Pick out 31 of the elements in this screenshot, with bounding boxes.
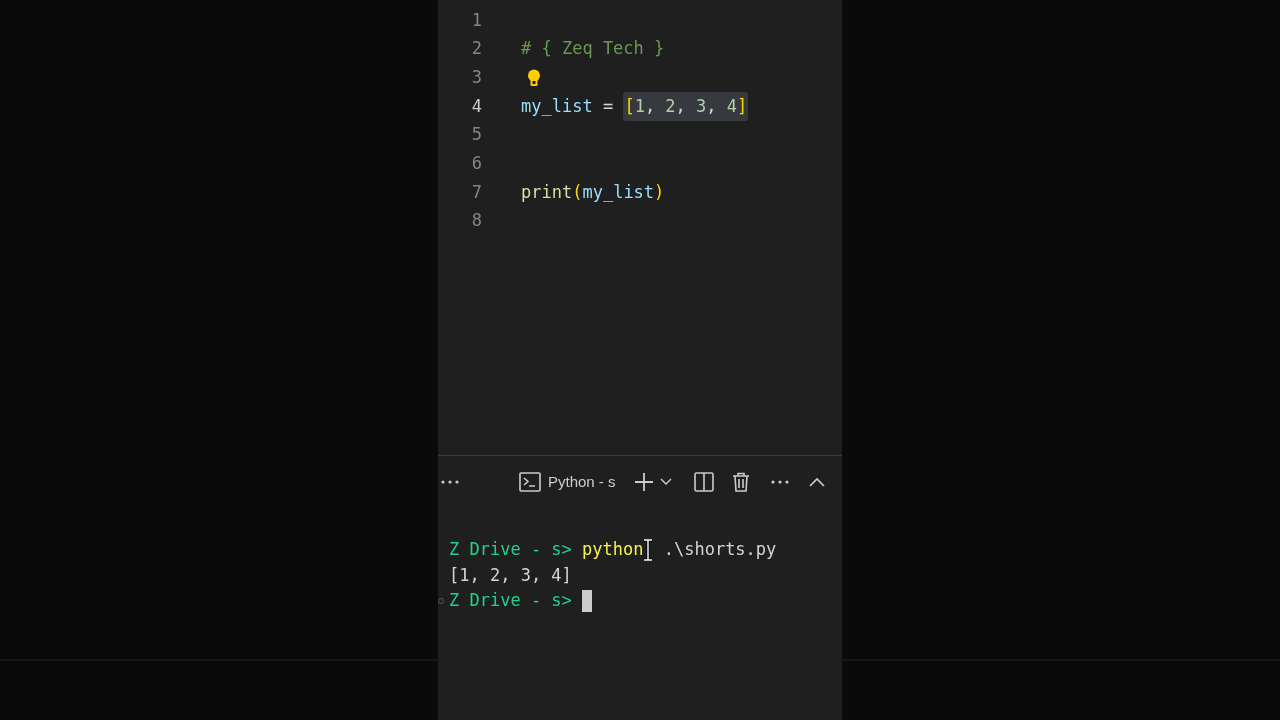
line-number: 3 [470, 65, 482, 89]
code-bracket: ) [654, 180, 665, 204]
terminal-command: python [582, 538, 644, 561]
code-text: [1, 2, 3, 4] [449, 563, 572, 587]
line-number: 7 [470, 180, 482, 204]
code-function: print [521, 180, 573, 204]
add-icon[interactable] [633, 472, 654, 492]
terminal-prompt: Z Drive - s> [449, 589, 573, 612]
lightbulb-icon[interactable] [527, 68, 541, 87]
trash-icon[interactable] [731, 472, 750, 492]
code-text: .\shorts.py [662, 538, 777, 561]
code-variable: my_list [582, 180, 655, 204]
selection-highlight: [1, 2, 3, 4] [623, 91, 749, 122]
terminal-prompt: Z Drive - s> [449, 538, 573, 561]
line-number: 5 [470, 123, 482, 147]
split-icon[interactable] [693, 472, 714, 492]
line-number: 8 [470, 209, 482, 233]
line-number: 6 [470, 152, 482, 176]
code-bracket: ( [572, 180, 583, 204]
code-comment: # { Zeq Tech } [521, 37, 665, 61]
line-number: 2 [470, 37, 482, 61]
terminal-tab[interactable]: Python - s [518, 470, 616, 494]
text-cursor [582, 589, 593, 612]
chevron-down-icon[interactable] [659, 478, 672, 486]
line-number: 1 [470, 8, 482, 32]
code-text: = [601, 94, 615, 118]
code-variable: my_list [521, 94, 593, 118]
terminal-icon [518, 471, 542, 493]
mouse-cursor-icon [643, 538, 654, 561]
chevron-up-icon[interactable] [808, 477, 825, 487]
line-number: 4 [470, 94, 482, 118]
